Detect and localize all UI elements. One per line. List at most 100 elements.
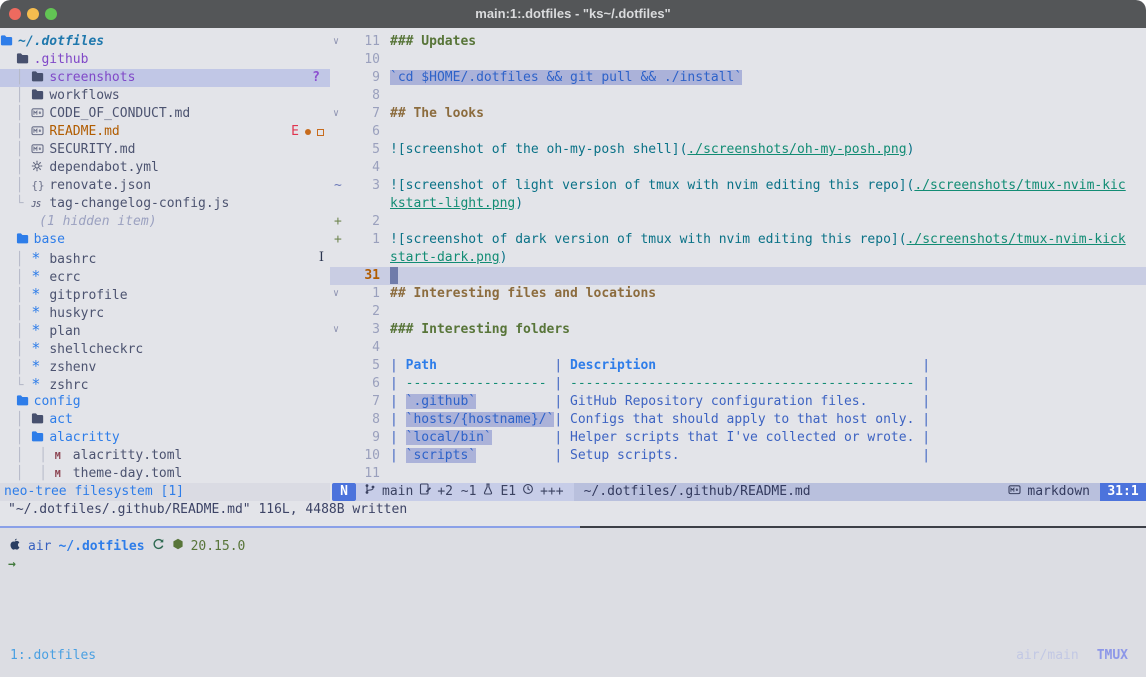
- tree-item-readme-md[interactable]: │ README.mdE: [0, 123, 330, 141]
- tree-item-dotfiles[interactable]: ~/.dotfiles: [0, 33, 330, 51]
- shell-pane[interactable]: air ~/.dotfiles 20.15.0 → 1:.dotfiles ai…: [0, 528, 1146, 677]
- tree-item-renovate-json[interactable]: │ {}renovate.json: [0, 177, 330, 195]
- editor-line-9[interactable]: ~3![screenshot of light version of tmux …: [330, 177, 1146, 195]
- editor-line-24[interactable]: 10| `scripts` | Setup scripts. |: [330, 447, 1146, 465]
- tree-item-shellcheckrc[interactable]: │ *shellcheckrc: [0, 339, 330, 357]
- editor-line-4[interactable]: 8: [330, 87, 1146, 105]
- tree-item-tag-changelog-config-js[interactable]: └ JStag-changelog-config.js: [0, 195, 330, 213]
- tree-item-gitprofile[interactable]: │ *gitprofile: [0, 285, 330, 303]
- tree-item-screenshots[interactable]: │ screenshots?: [0, 69, 330, 87]
- command-line-message: "~/.dotfiles/.github/README.md" 116L, 44…: [0, 501, 1146, 519]
- tree-item-config[interactable]: config: [0, 393, 330, 411]
- tree-item-security-md[interactable]: │ SECURITY.md: [0, 141, 330, 159]
- editor-line-8[interactable]: 4: [330, 159, 1146, 177]
- editor-line-5[interactable]: ∨7## The looks: [330, 105, 1146, 123]
- tree-item-label: shellcheckrc: [49, 342, 143, 357]
- tree-item-label: zshrc: [49, 378, 88, 393]
- git-branch-name: main: [382, 483, 413, 501]
- prompt-path: ~/.dotfiles: [58, 538, 144, 556]
- editor-line-2[interactable]: 10: [330, 51, 1146, 69]
- folder-icon: [0, 33, 18, 51]
- node-version: 20.15.0: [191, 538, 246, 556]
- editor-line-12[interactable]: +1![screenshot of dark version of tmux w…: [330, 231, 1146, 249]
- editor-line-21[interactable]: 7| `.github` | GitHub Repository configu…: [330, 393, 1146, 411]
- window-title: main:1:.dotfiles - "ks~/.dotfiles": [0, 0, 1146, 28]
- tree-item-1-hidden-item[interactable]: (1 hidden item): [0, 213, 330, 231]
- tree-item-workflows[interactable]: │ workflows: [0, 87, 330, 105]
- tree-item-code-of-conduct-md[interactable]: │ CODE_OF_CONDUCT.md: [0, 105, 330, 123]
- line-number: 3: [330, 321, 380, 339]
- gear-icon: [31, 159, 49, 177]
- indent-guide: │: [0, 160, 31, 175]
- indent-guide: └: [0, 378, 31, 393]
- indent-guide: [0, 52, 16, 67]
- config-file-icon: *: [31, 267, 49, 285]
- tree-item-theme-day-toml[interactable]: │ │ Mtheme-day.toml: [0, 465, 330, 483]
- tree-item-label: (1 hidden item): [39, 214, 156, 229]
- tree-item-github[interactable]: .github: [0, 51, 330, 69]
- editor-line-22[interactable]: 8| `hosts/{hostname}/`| Configs that sho…: [330, 411, 1146, 429]
- line-number: 1: [330, 285, 380, 303]
- editor-line-14[interactable]: 31: [330, 267, 1146, 285]
- indent-guide: │: [0, 124, 31, 139]
- line-number: 7: [330, 105, 380, 123]
- folder-icon: [16, 231, 34, 249]
- tree-item-bashrc[interactable]: │ *bashrcI: [0, 249, 330, 267]
- indent-guide: │: [0, 324, 31, 339]
- tree-item-zshrc[interactable]: └ *zshrc: [0, 375, 330, 393]
- tree-item-label: alacritty: [49, 430, 119, 445]
- indent-guide: │: [0, 106, 31, 121]
- tree-item-label: theme-day.toml: [73, 466, 183, 481]
- editor-line-10[interactable]: kstart-light.png): [330, 195, 1146, 213]
- tree-item-label: alacritty.toml: [73, 448, 183, 463]
- editor-line-3[interactable]: 9`cd $HOME/.dotfiles && git pull && ./in…: [330, 69, 1146, 87]
- tree-item-label: config: [34, 394, 81, 409]
- neo-tree-panel[interactable]: ~/.dotfiles .github │ screenshots? │ wor…: [0, 28, 330, 483]
- tree-item-zshenv[interactable]: │ *zshenv: [0, 357, 330, 375]
- editor-line-6[interactable]: 6: [330, 123, 1146, 141]
- line-text: ![screenshot of light version of tmux wi…: [390, 177, 1146, 195]
- tree-item-huskyrc[interactable]: │ *huskyrc: [0, 303, 330, 321]
- line-text: kstart-light.png): [390, 195, 1146, 213]
- shell-prompt: air ~/.dotfiles 20.15.0: [8, 538, 245, 556]
- editor-line-7[interactable]: 5![screenshot of the oh-my-posh shell](.…: [330, 141, 1146, 159]
- editor-line-15[interactable]: ∨1## Interesting files and locations: [330, 285, 1146, 303]
- tree-item-act[interactable]: │ act: [0, 411, 330, 429]
- tree-item-plan[interactable]: │ *plan: [0, 321, 330, 339]
- prompt-input-arrow[interactable]: →: [8, 556, 16, 574]
- neotree-status: neo-tree filesystem [1]: [0, 483, 330, 501]
- editor-line-11[interactable]: +2: [330, 213, 1146, 231]
- tmux-window-label[interactable]: 1:.dotfiles: [10, 647, 96, 665]
- editor-line-23[interactable]: 9| `local/bin` | Helper scripts that I'v…: [330, 429, 1146, 447]
- file-status-badges: E: [291, 123, 324, 141]
- editor-line-25[interactable]: 11: [330, 465, 1146, 483]
- tree-item-ecrc[interactable]: │ *ecrc: [0, 267, 330, 285]
- editor-line-13[interactable]: start-dark.png): [330, 249, 1146, 267]
- nodejs-icon: [172, 538, 184, 556]
- tree-item-label: base: [34, 232, 65, 247]
- indent-guide: │ │: [0, 448, 55, 463]
- config-file-icon: *: [31, 339, 49, 357]
- line-number: 7: [330, 393, 380, 411]
- editor-line-20[interactable]: 6| ------------------ | ----------------…: [330, 375, 1146, 393]
- tree-item-alacritty-toml[interactable]: │ │ Malacritty.toml: [0, 447, 330, 465]
- tree-item-alacritty[interactable]: │ alacritty: [0, 429, 330, 447]
- line-number: 8: [330, 87, 380, 105]
- editor-line-17[interactable]: ∨3### Interesting folders: [330, 321, 1146, 339]
- apple-icon: [8, 537, 21, 557]
- line-text: ### Interesting folders: [390, 321, 1146, 339]
- tree-item-label: CODE_OF_CONDUCT.md: [49, 106, 190, 121]
- folder-icon: [31, 429, 49, 447]
- editor-line-18[interactable]: 4: [330, 339, 1146, 357]
- folder-icon: [31, 69, 49, 87]
- tree-item-dependabot-yml[interactable]: │ dependabot.yml: [0, 159, 330, 177]
- editor-line-19[interactable]: 5| Path | Description |: [330, 357, 1146, 375]
- editor-line-16[interactable]: 2: [330, 303, 1146, 321]
- editor-line-1[interactable]: ∨11### Updates: [330, 33, 1146, 51]
- tree-item-label: ~/.dotfiles: [18, 34, 104, 49]
- statusline: neo-tree filesystem [1] N main +2 ~1 E1 …: [0, 483, 1146, 501]
- editor-pane[interactable]: ∨11### Updates109`cd $HOME/.dotfiles && …: [330, 28, 1146, 483]
- tree-item-base[interactable]: base: [0, 231, 330, 249]
- tree-item-label: dependabot.yml: [49, 160, 159, 175]
- indent-guide: │: [0, 270, 31, 285]
